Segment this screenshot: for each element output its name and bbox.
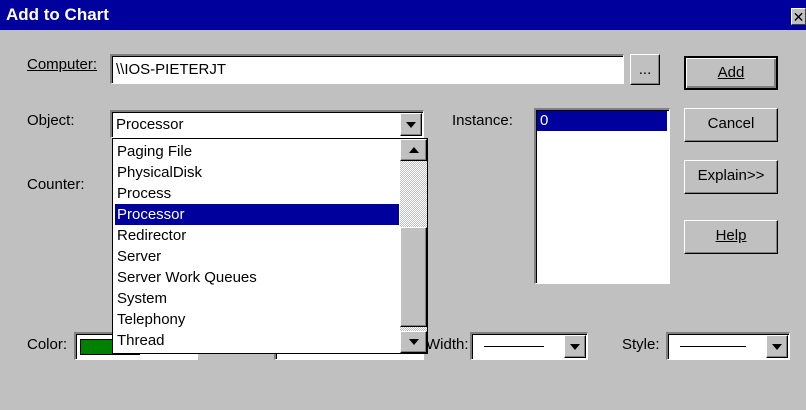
computer-label: Computer: [27,56,97,73]
style-label: Style: [622,336,660,353]
explain-button-label: Explain>> [697,167,765,184]
dropdown-scrollbar[interactable] [400,139,427,353]
computer-field[interactable]: \\IOS-PIETERJT [110,54,624,84]
window-title: Add to Chart [6,5,109,24]
style-sample-line [680,346,746,347]
list-item[interactable]: Telephony [115,309,399,330]
list-item[interactable]: Server Work Queues [115,267,399,288]
title-bar[interactable]: Add to Chart ✕ [0,0,806,30]
object-select[interactable]: Processor [110,110,424,138]
add-button[interactable]: Add [684,56,778,90]
explain-button[interactable]: Explain>> [684,160,778,194]
cancel-button[interactable]: Cancel [684,108,778,142]
scroll-down-button[interactable] [400,331,427,353]
list-item[interactable]: Paging File [115,141,399,162]
object-select-value: Processor [116,116,184,133]
add-button-label: Add [717,64,745,81]
chevron-up-icon [408,147,419,153]
chevron-down-icon [772,343,782,350]
help-button-label: Help [715,227,747,244]
width-dropdown-button[interactable] [564,335,586,358]
object-dropdown-list[interactable]: Paging File PhysicalDisk Process Process… [112,138,428,354]
help-button[interactable]: Help [684,220,778,254]
list-item[interactable]: Server [115,246,399,267]
close-icon[interactable]: ✕ [791,8,806,25]
scroll-up-button[interactable] [400,139,427,161]
browse-computer-button[interactable]: ... [630,54,660,85]
object-label: Object: [27,112,75,129]
list-item[interactable]: Thread [115,330,399,351]
computer-field-value: \\IOS-PIETERJT [116,61,227,78]
list-item[interactable]: Redirector [115,225,399,246]
list-item[interactable]: Process [115,183,399,204]
color-label: Color: [27,336,68,353]
scroll-thumb[interactable] [400,227,427,327]
style-dropdown-button[interactable] [766,335,788,358]
computer-label-text: Computer: [27,56,98,73]
width-label: Width: [426,336,469,353]
counter-label: Counter: [27,176,85,193]
style-select[interactable] [666,332,790,360]
object-dropdown-button[interactable] [400,113,422,136]
list-item-selected[interactable]: Processor [115,204,399,225]
list-item[interactable]: System [115,288,399,309]
instance-item[interactable]: 0 [537,111,667,131]
chevron-down-icon [570,343,580,350]
list-item[interactable]: PhysicalDisk [115,162,399,183]
instance-list[interactable]: 0 [534,108,670,284]
width-select[interactable] [470,332,588,360]
chevron-down-icon [408,339,419,345]
chevron-down-icon [406,121,416,128]
instance-label: Instance: [452,112,513,129]
width-sample-line [484,346,544,347]
